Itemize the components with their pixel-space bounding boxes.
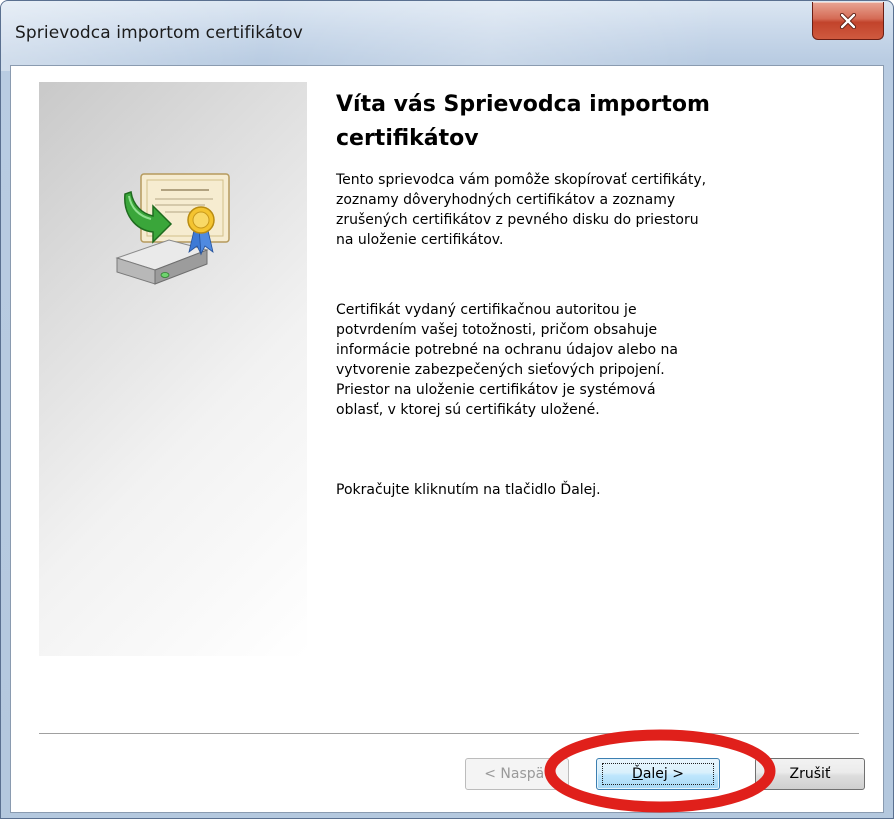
intro-paragraph: Tento sprievodca vám pomôže skopírovať c… bbox=[336, 172, 707, 248]
certificate-import-icon bbox=[109, 166, 239, 296]
cancel-button[interactable]: Zrušiť bbox=[755, 758, 865, 790]
dialog-window: Sprievodca importom certifikátov Víta vá… bbox=[0, 0, 894, 819]
close-icon bbox=[813, 2, 883, 39]
wizard-page: Víta vás Sprievodca importom certifikáto… bbox=[10, 65, 884, 813]
next-button[interactable]: Ďalej > bbox=[596, 758, 720, 790]
button-separator bbox=[39, 733, 859, 735]
title-bar[interactable]: Sprievodca importom certifikátov bbox=[1, 1, 893, 65]
window-title: Sprievodca importom certifikátov bbox=[15, 23, 303, 43]
next-button-accelerator: Ď bbox=[632, 766, 643, 782]
next-button-label: alej > bbox=[642, 766, 684, 782]
certificate-description-paragraph: Certifikát vydaný certifikačnou autorito… bbox=[336, 302, 678, 418]
wizard-side-panel bbox=[39, 82, 307, 656]
close-button[interactable] bbox=[812, 2, 884, 40]
back-button[interactable]: < Naspäť bbox=[465, 758, 569, 790]
continue-instruction: Pokračujte kliknutím na tlačidlo Ďalej. bbox=[336, 482, 601, 498]
page-title: Víta vás Sprievodca importom certifikáto… bbox=[336, 92, 710, 151]
